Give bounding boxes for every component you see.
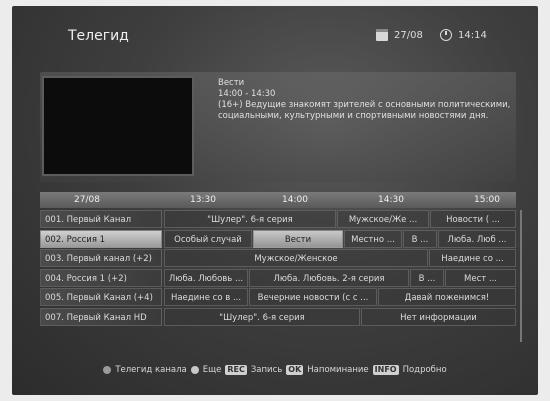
program-cell[interactable]: Местно ... — [344, 229, 402, 248]
program-cell[interactable]: Люба. Любовь ... — [164, 268, 248, 287]
program-cell[interactable]: В ... — [403, 229, 437, 248]
program-cell[interactable]: Наедине со в ... — [164, 288, 248, 306]
date-display: 27/08 — [376, 29, 423, 41]
ok-key-icon: OK — [286, 365, 304, 375]
date-text: 27/08 — [394, 29, 423, 41]
timeline-mark: 13:30 — [190, 195, 216, 205]
program-cell[interactable]: Нет информации — [361, 307, 516, 326]
tv-guide-screen: Телегид 27/08 14:14 Вести 14:00 - 14:30 … — [12, 6, 538, 395]
time-display: 14:14 — [440, 29, 487, 41]
video-preview — [42, 76, 194, 176]
scrollbar[interactable] — [520, 210, 522, 342]
channel-name[interactable]: 007. Первый Канал HD — [40, 307, 162, 326]
channel-row: 004. Россия 1 (+2) Люба. Любовь ... Люба… — [40, 268, 516, 288]
program-cell[interactable]: Давай поженимся! — [378, 288, 516, 306]
channel-name[interactable]: 002. Россия 1 — [40, 229, 162, 248]
channel-row: 003. Первый канал (+2) Мужское/Женское Н… — [40, 249, 516, 268]
rec-key-icon: REC — [225, 365, 247, 375]
program-cell[interactable]: Вечерние новости (с с ... — [249, 288, 377, 306]
clock-icon — [440, 29, 452, 41]
channel-row: 007. Первый Канал HD "Шулер". 6-я серия … — [40, 307, 516, 327]
program-cell[interactable]: Вести — [253, 229, 343, 248]
program-details: Вести 14:00 - 14:30 (16+) Ведущие знаком… — [218, 78, 514, 122]
program-cell[interactable]: Люба. Люб ... — [438, 229, 516, 248]
channel-row: 001. Первый Канал "Шулер". 6-я серия Муж… — [40, 210, 516, 229]
timeline-date: 27/08 — [74, 195, 100, 205]
time-text: 14:14 — [458, 29, 487, 41]
program-cell[interactable]: Люба. Любовь. 2-я серия — [249, 268, 409, 287]
program-cell[interactable]: "Шулер". 6-я серия — [164, 307, 360, 326]
green-button-icon — [103, 366, 112, 374]
program-cell[interactable]: Особый случай — [164, 229, 252, 248]
program-cell[interactable]: Наедине со ... — [429, 249, 516, 267]
program-cell[interactable]: Мужское/Женское — [164, 249, 428, 267]
channel-name[interactable]: 004. Россия 1 (+2) — [40, 268, 162, 287]
program-description: (16+) Ведущие знакомят зрителей с основн… — [218, 100, 511, 121]
program-channel: Вести — [218, 78, 245, 88]
program-cell[interactable]: В ... — [410, 268, 444, 287]
blue-button-icon — [190, 366, 199, 374]
epg-grid: 001. Первый Канал "Шулер". 6-я серия Муж… — [40, 210, 516, 327]
timeline-mark: 15:00 — [474, 195, 500, 205]
program-cell[interactable]: Мест ... — [445, 268, 516, 287]
channel-name[interactable]: 005. Первый Канал (+4) — [40, 288, 162, 306]
program-cell[interactable]: "Шулер". 6-я серия — [164, 210, 336, 228]
program-time: 14:00 - 14:30 — [218, 89, 276, 99]
timeline-mark: 14:00 — [282, 195, 308, 205]
hint-reminder[interactable]: Напоминание — [307, 365, 368, 375]
timeline-mark: 14:30 — [378, 195, 404, 205]
hint-record[interactable]: Запись — [251, 365, 282, 375]
timeline-bar: 27/08 13:30 14:00 14:30 15:00 — [40, 192, 516, 208]
hint-details[interactable]: Подробно — [403, 365, 447, 375]
channel-name[interactable]: 001. Первый Канал — [40, 210, 162, 228]
hint-more[interactable]: Еще — [203, 365, 222, 375]
calendar-icon — [376, 29, 388, 41]
channel-name[interactable]: 003. Первый канал (+2) — [40, 249, 162, 267]
channel-row: 002. Россия 1 Особый случай Вести Местно… — [40, 229, 516, 249]
program-cell[interactable]: Мужское/Же ... — [337, 210, 429, 228]
footer-hints: Телегид канала Еще REC Запись OK Напомин… — [12, 362, 538, 378]
info-key-icon: INFO — [372, 365, 399, 375]
program-cell[interactable]: Новости ( ... — [430, 210, 516, 228]
hint-channel-guide[interactable]: Телегид канала — [115, 365, 186, 375]
channel-row: 005. Первый Канал (+4) Наедине со в ... … — [40, 288, 516, 307]
page-title: Телегид — [68, 28, 129, 44]
